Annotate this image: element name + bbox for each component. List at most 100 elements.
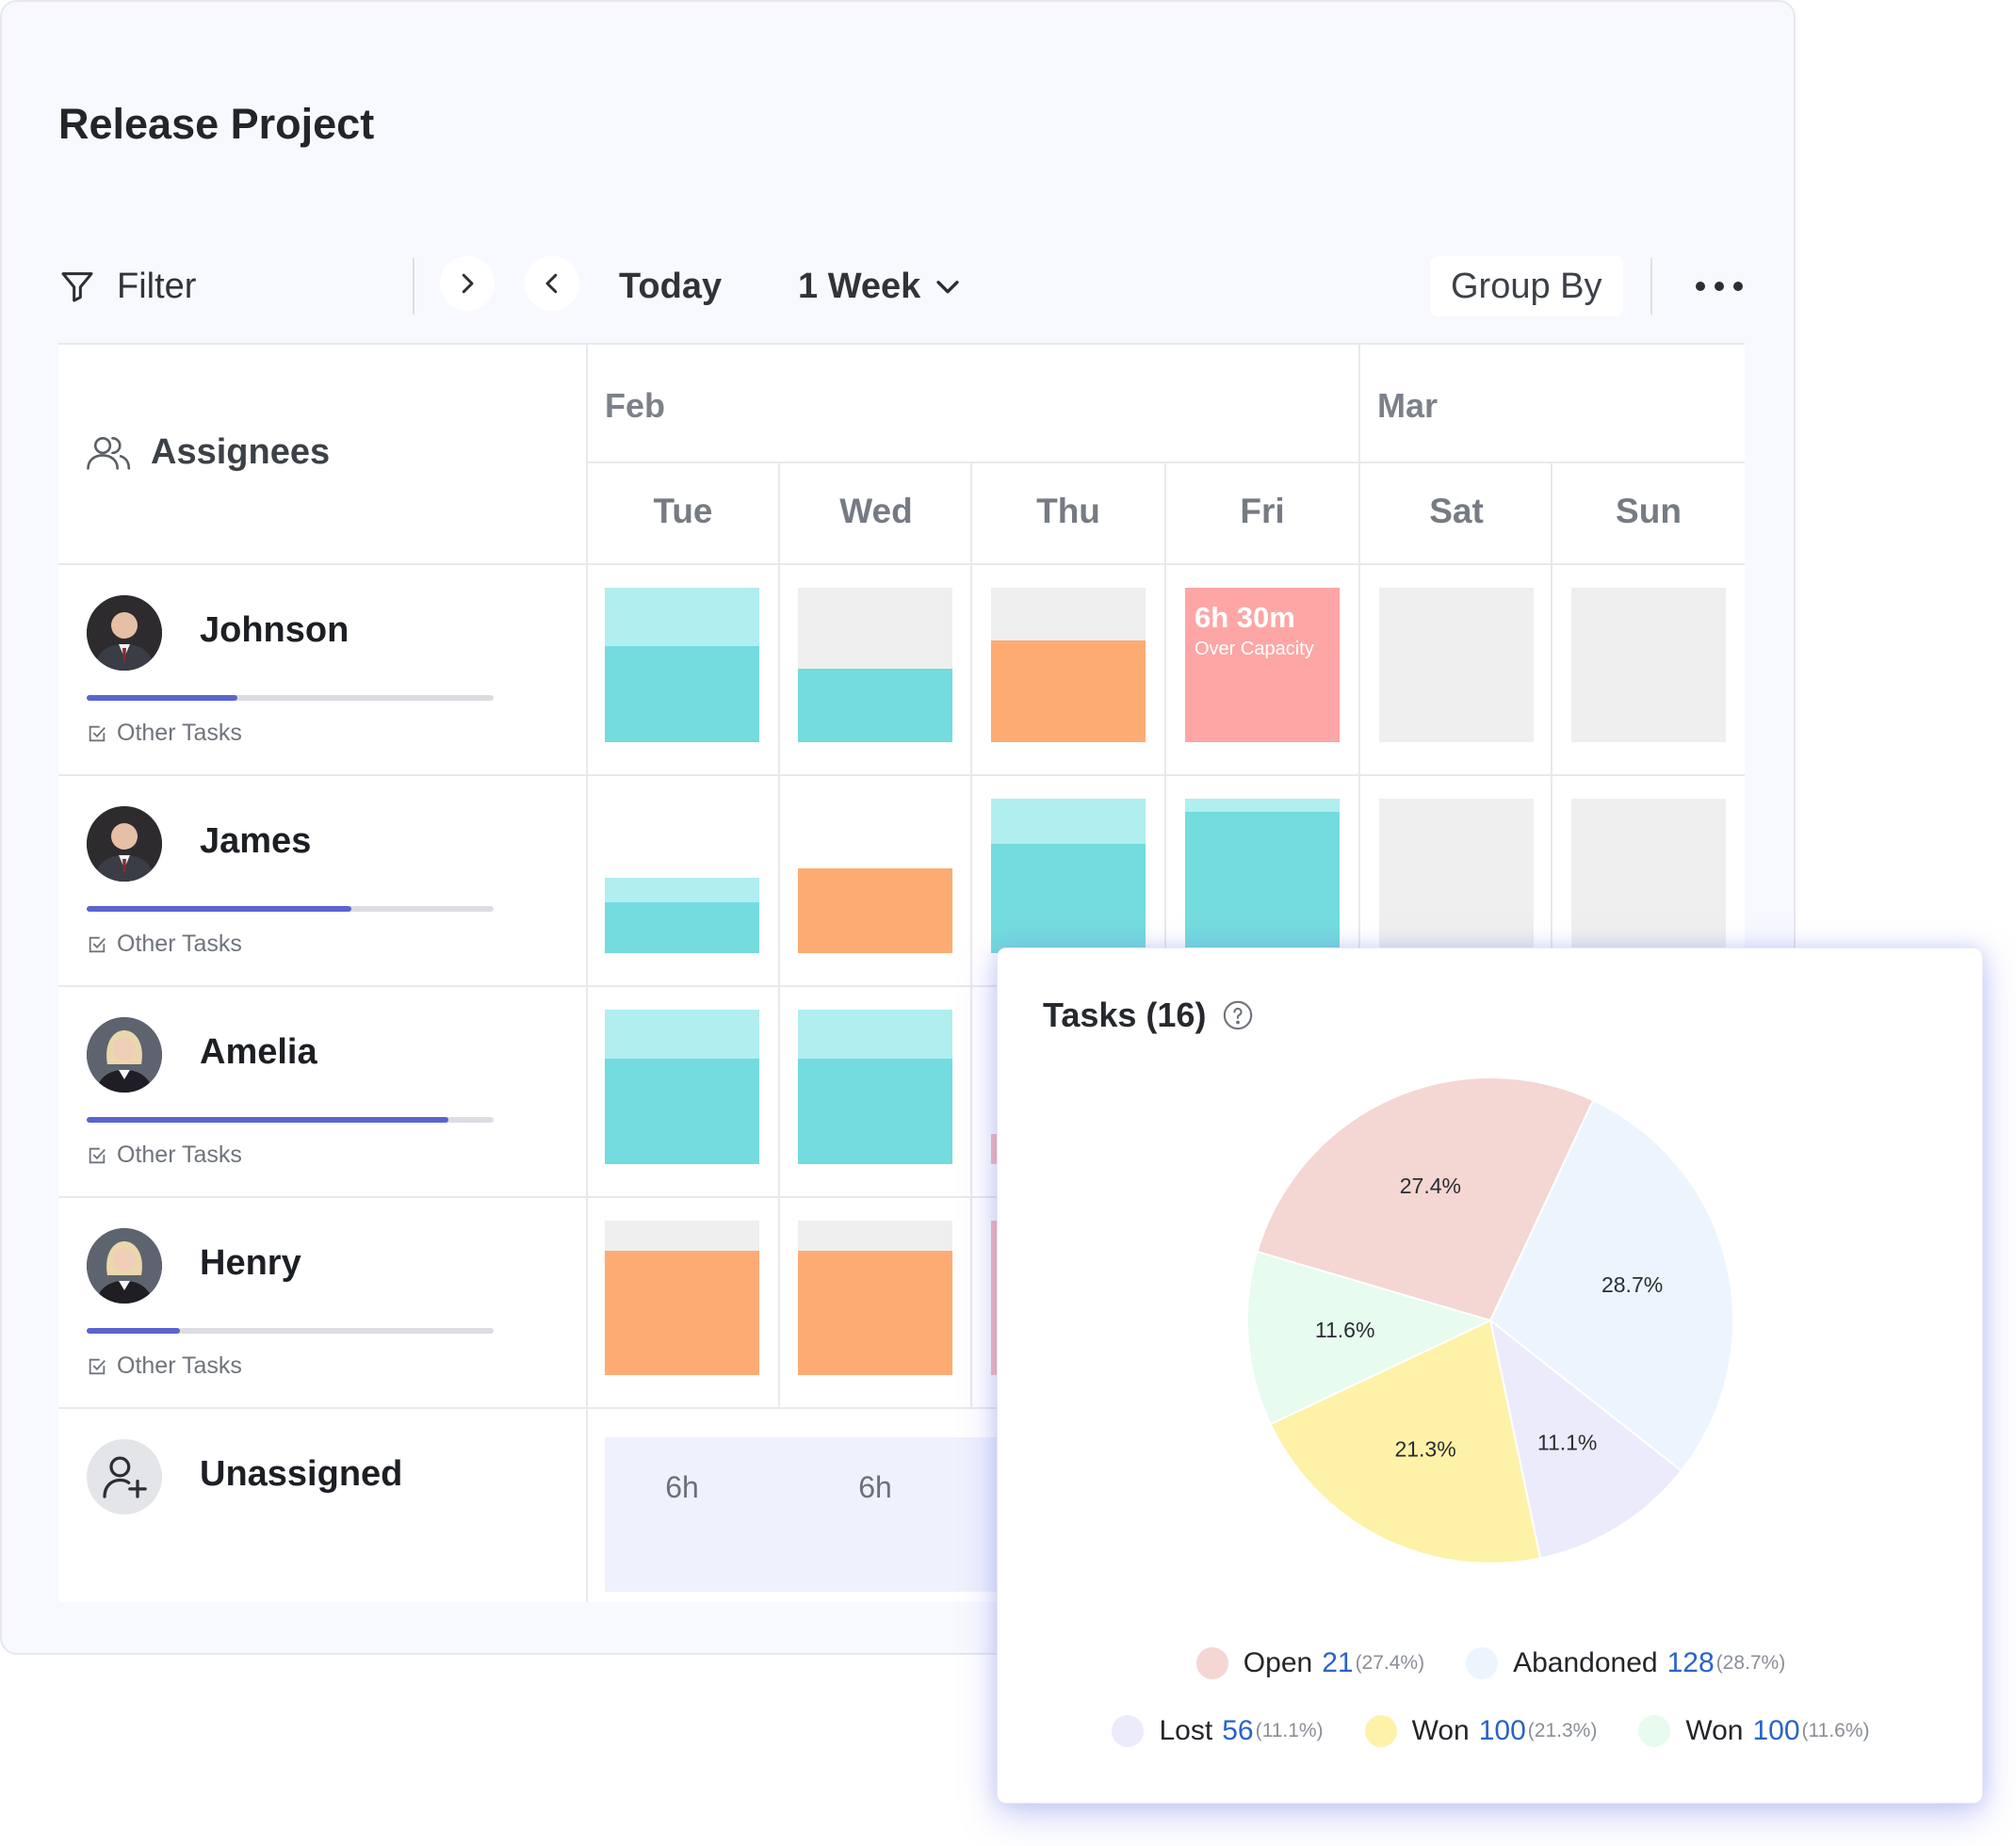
more-icon: [1696, 282, 1743, 291]
toolbar: Filter Today 1 Week Group By: [58, 256, 1745, 316]
assignees-header: Assignees: [85, 431, 330, 473]
capacity-cell[interactable]: [1379, 588, 1534, 742]
capacity-cell[interactable]: [1379, 799, 1534, 953]
day-header[interactable]: Tue: [587, 492, 779, 531]
chevron-down-icon: [936, 281, 959, 294]
legend-label: Open: [1243, 1647, 1313, 1678]
range-label: 1 Week: [798, 266, 921, 306]
capacity-cell[interactable]: [798, 799, 952, 953]
legend-item-lost[interactable]: Lost 56 (11.1%): [1112, 1715, 1324, 1747]
capacity-cell[interactable]: [605, 1221, 759, 1375]
workload-bar: [87, 1328, 494, 1334]
month-label: Mar: [1377, 386, 1439, 425]
day-header[interactable]: Sat: [1360, 492, 1553, 531]
capacity-cell[interactable]: [991, 799, 1146, 953]
assignee-name: James: [200, 821, 312, 861]
pie-slice-label: 11.6%: [1315, 1318, 1375, 1342]
capacity-cell[interactable]: [605, 799, 759, 953]
legend-percent: (28.7%): [1715, 1652, 1786, 1674]
capacity-cell[interactable]: [605, 588, 759, 742]
legend-swatch: [1638, 1715, 1671, 1747]
legend-row: Lost 56 (11.1%) Won 100 (21.3%) Won 100 …: [998, 1715, 1984, 1747]
next-button[interactable]: [440, 256, 495, 311]
capacity-cell[interactable]: [798, 588, 952, 742]
workload-fill: [87, 1328, 181, 1334]
capacity-booked: [605, 1059, 759, 1164]
previous-button[interactable]: [525, 256, 579, 311]
grid-line: [778, 462, 780, 1409]
over-capacity-hours: 6h 30m: [1195, 601, 1295, 634]
range-dropdown[interactable]: 1 Week: [798, 256, 964, 316]
over-capacity-cell[interactable]: 6h 30m Over Capacity: [1185, 588, 1340, 742]
capacity-booked: [605, 902, 759, 953]
toolbar-divider: [1650, 258, 1652, 315]
other-tasks-link[interactable]: Other Tasks: [87, 720, 242, 747]
legend-row: Open 21 (27.4%) Abandoned 128 (28.7%): [998, 1647, 1984, 1679]
legend-count: 128: [1666, 1647, 1715, 1678]
legend-label: Abandoned: [1513, 1647, 1658, 1678]
day-header[interactable]: Fri: [1166, 492, 1358, 531]
assignee-row-henry[interactable]: Henry Other Tasks: [58, 1198, 586, 1409]
filter-label: Filter: [117, 266, 197, 306]
legend-percent: (11.6%): [1801, 1720, 1870, 1741]
filter-button[interactable]: Filter: [58, 256, 196, 316]
unassigned-hours: 6h: [665, 1470, 699, 1504]
tasks-chart-card: Tasks (16) 28.7% 11.1% 21.3% 11.6% 27.4% Ope…: [997, 947, 1983, 1804]
legend-swatch: [1364, 1715, 1397, 1747]
legend-count: 100: [1752, 1715, 1800, 1746]
legend-count: 21: [1322, 1647, 1354, 1678]
capacity-cell[interactable]: [991, 588, 1146, 742]
today-button[interactable]: Today: [619, 256, 722, 316]
capacity-cell[interactable]: [798, 1010, 952, 1164]
other-tasks-link[interactable]: Other Tasks: [87, 931, 242, 958]
assignee-name: Henry: [200, 1243, 301, 1283]
avatar: [87, 1228, 162, 1304]
avatar: [87, 1017, 162, 1093]
other-tasks-link[interactable]: Other Tasks: [87, 1352, 242, 1380]
unassigned-capacity-band[interactable]: [605, 1437, 1057, 1592]
group-by-button[interactable]: Group By: [1430, 256, 1623, 316]
workload-fill: [87, 695, 237, 701]
capacity-booked: [798, 1059, 952, 1164]
capacity-booked: [798, 669, 952, 742]
assignee-name: Amelia: [200, 1032, 317, 1072]
legend-item-abandoned[interactable]: Abandoned 128 (28.7%): [1466, 1647, 1785, 1679]
day-header[interactable]: Wed: [780, 492, 972, 531]
assignee-row-james[interactable]: James Other Tasks: [58, 776, 586, 987]
more-options-button[interactable]: [1694, 256, 1745, 316]
capacity-cell[interactable]: [605, 1010, 759, 1164]
pie-slice-label: 21.3%: [1394, 1437, 1455, 1462]
other-tasks-link[interactable]: Other Tasks: [87, 1142, 242, 1169]
checkbox-icon: [89, 936, 106, 952]
capacity-cell[interactable]: [798, 1221, 952, 1375]
filter-icon: [61, 272, 93, 302]
legend-label: Won: [1685, 1715, 1744, 1746]
capacity-booked: [798, 1251, 952, 1375]
legend-item-won[interactable]: Won 100 (21.3%): [1364, 1715, 1598, 1747]
over-capacity-label: Over Capacity: [1195, 639, 1314, 659]
legend-percent: (21.3%): [1527, 1720, 1598, 1741]
chevron-right-icon: [462, 273, 474, 294]
legend-label: Won: [1411, 1715, 1470, 1746]
checkbox-icon: [89, 1147, 106, 1163]
other-tasks-label: Other Tasks: [117, 1352, 242, 1379]
legend-item-won[interactable]: Won 100 (11.6%): [1638, 1715, 1870, 1747]
capacity-cell[interactable]: [1185, 799, 1340, 953]
assignee-row-amelia[interactable]: Amelia Other Tasks: [58, 987, 586, 1198]
capacity-cell[interactable]: [1571, 799, 1726, 953]
assignee-row-johnson[interactable]: Johnson Other Tasks: [58, 565, 586, 776]
group-by-label: Group By: [1451, 266, 1602, 306]
day-header[interactable]: Thu: [972, 492, 1164, 531]
add-user-icon: [103, 1456, 147, 1498]
pie-slice-label: 11.1%: [1537, 1431, 1598, 1455]
day-header[interactable]: Sun: [1553, 492, 1745, 531]
checkbox-icon: [89, 1358, 106, 1374]
workload-fill: [87, 1117, 449, 1123]
capacity-cell[interactable]: [1571, 588, 1726, 742]
pie-slice-label: 27.4%: [1400, 1174, 1461, 1198]
capacity-available: [1379, 588, 1534, 742]
capacity-booked: [798, 868, 952, 953]
capacity-booked: [1185, 812, 1340, 953]
legend-percent: (11.1%): [1255, 1720, 1324, 1741]
legend-item-open[interactable]: Open 21 (27.4%): [1195, 1647, 1424, 1679]
